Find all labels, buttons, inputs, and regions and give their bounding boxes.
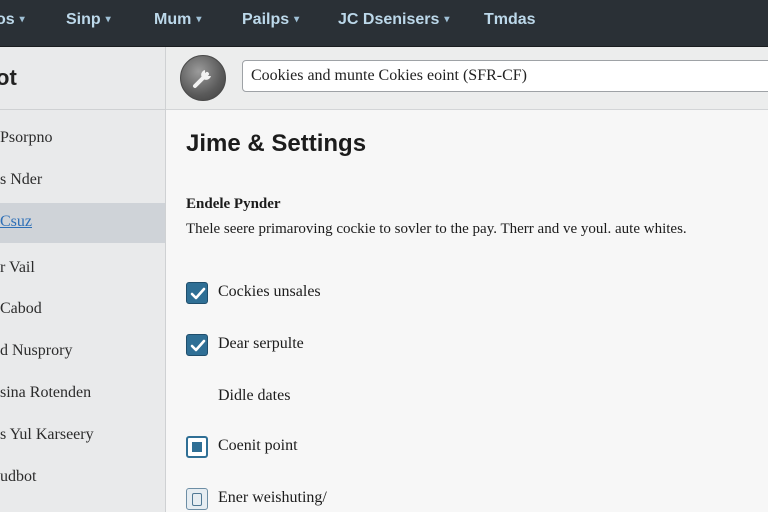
option-cockies-unsales[interactable]: Cockies unsales — [186, 280, 386, 306]
sidebar-item-psorpno[interactable]: Psorpno — [0, 119, 165, 159]
sidebar-item-vail[interactable]: r Vail — [0, 249, 165, 289]
menu-item-pailps[interactable]: Pailps ▾ — [242, 11, 299, 29]
wrench-icon-glyph — [193, 70, 211, 88]
section-title: Endele Pynder — [186, 196, 281, 212]
sidebar-item-karseery[interactable]: s Yul Karseery — [0, 416, 165, 456]
chevron-down-icon: ▾ — [444, 14, 450, 25]
option-label: Dear serpulte — [218, 335, 304, 352]
sidebar-item-nder[interactable]: s Nder — [0, 161, 165, 201]
menu-item-label: Sinp — [66, 11, 101, 28]
sidebar-item-label: r Vail — [0, 259, 35, 276]
address-field[interactable]: Cookies and munte Cokies eoint (SFR-CF) — [242, 60, 768, 92]
menu-item-label: Mum — [154, 11, 192, 28]
sidebar-item-label: Cabod — [0, 300, 42, 317]
checkbox-partial[interactable] — [186, 436, 208, 458]
chevron-down-icon: ▾ — [19, 14, 25, 25]
menu-item-jc-dsenisers[interactable]: JC Dsenisers ▾ — [338, 11, 449, 29]
sidebar-item-label: Psorpno — [0, 129, 53, 146]
main-content: Jime & Settings Endele Pynder Thele seer… — [166, 110, 768, 512]
option-label: Cockies unsales — [218, 283, 321, 300]
checkmark-icon — [190, 287, 206, 300]
menu-item-label: os — [0, 11, 15, 28]
menu-item-label: JC Dsenisers — [338, 11, 440, 28]
wrench-icon[interactable] — [180, 55, 226, 101]
sidebar-item-label: sina Rotenden — [0, 384, 92, 401]
menu-item-label: Pailps — [242, 11, 290, 28]
sidebar-item-label: Csuz — [0, 213, 32, 230]
sidebar-item-label: udbot — [0, 468, 37, 485]
sidebar-title: ot — [0, 65, 17, 90]
sidebar-item-udbot[interactable]: udbot — [0, 458, 165, 498]
checkbox-checked[interactable] — [186, 334, 208, 356]
top-menu-bar: os ▾ Sinp ▾ Mum ▾ Pailps ▾ JC Dsenisers ▾ Tmd… — [0, 0, 768, 47]
checkbox-checked[interactable] — [186, 282, 208, 304]
option-label: Ener weishuting/ — [218, 489, 327, 506]
menu-item-mum[interactable]: Mum ▾ — [154, 11, 201, 29]
option-dear-serpulte[interactable]: Dear serpulte — [186, 332, 386, 358]
sidebar: ot Psorpno s Nder Csuz r Vail Cabod d Nu… — [0, 47, 166, 512]
sidebar-item-label: s Yul Karseery — [0, 426, 94, 443]
sidebar-item-rotenden[interactable]: sina Rotenden — [0, 374, 165, 414]
menu-item-label: Tmdas — [484, 11, 536, 28]
chevron-down-icon: ▾ — [196, 14, 202, 25]
menu-item-sinp[interactable]: Sinp ▾ — [66, 11, 111, 29]
page-title: Jime & Settings — [186, 130, 367, 157]
chevron-down-icon: ▾ — [294, 14, 300, 25]
option-label: Coenit point — [218, 437, 298, 454]
sidebar-item-label: d Nusprory — [0, 342, 73, 359]
menu-item-os[interactable]: os ▾ — [0, 11, 25, 29]
sidebar-item-csuz[interactable]: Csuz — [0, 203, 165, 243]
header-toolbar: Cookies and munte Cokies eoint (SFR-CF) — [166, 47, 768, 110]
section-description: Thele seere primaroving cockie to sovler… — [186, 221, 687, 237]
sidebar-item-nusprory[interactable]: d Nusprory — [0, 332, 165, 372]
chevron-down-icon: ▾ — [105, 14, 111, 25]
checkbox-pending[interactable] — [186, 488, 208, 510]
checkmark-icon — [190, 339, 206, 352]
option-coenit-point[interactable]: Coenit point — [186, 434, 386, 460]
sidebar-item-cabod[interactable]: Cabod — [0, 290, 165, 330]
option-didle-dates[interactable]: Didle dates — [218, 387, 290, 405]
divider — [0, 109, 165, 110]
sidebar-item-label: s Nder — [0, 171, 43, 188]
option-ener-weishuting[interactable]: Ener weishuting/ — [186, 486, 406, 512]
menu-item-tmdas[interactable]: Tmdas — [484, 11, 536, 29]
